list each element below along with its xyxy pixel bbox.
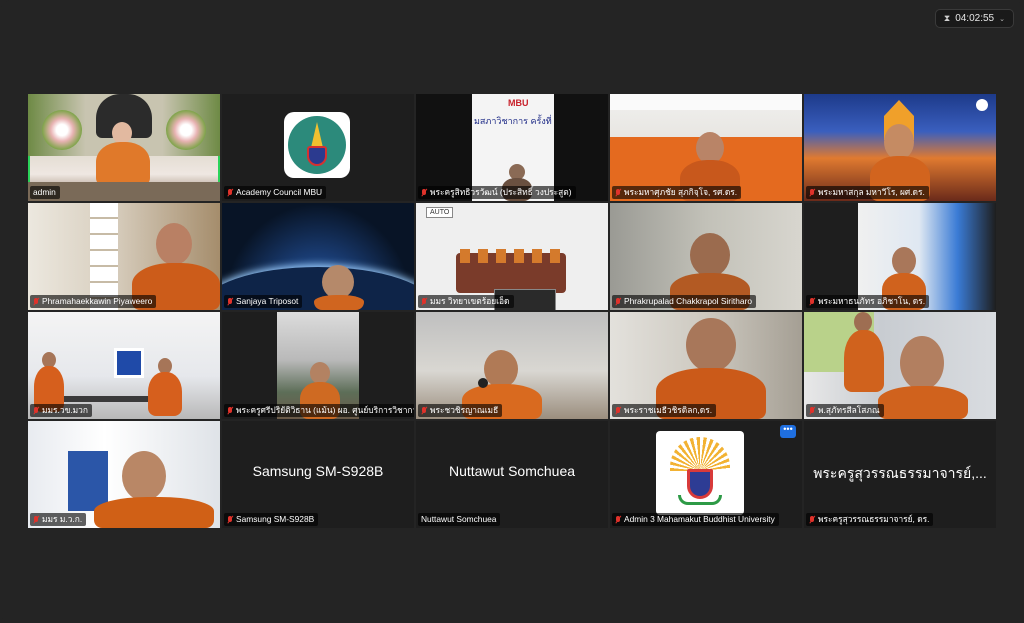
mic-muted-icon xyxy=(227,515,233,524)
flower-decor xyxy=(42,110,82,150)
participant-name-label: พระชวชิรญาณเมธี xyxy=(418,404,503,417)
mbu-crest-avatar xyxy=(656,431,744,515)
mic-muted-icon xyxy=(809,297,815,306)
hourglass-icon: ⧗ xyxy=(943,13,951,23)
mic-muted-icon xyxy=(809,188,815,197)
participant-name-label: มมร วิทยาเขตร้อยเอ็ด xyxy=(418,295,514,308)
participant-tile-sanjaya[interactable]: Sanjaya Triposot xyxy=(222,203,414,310)
seated-monks xyxy=(460,249,560,263)
slide-title-text: มสภาวิชาการ ครั้งที่ ๘/ xyxy=(474,116,554,126)
profile-badge-icon xyxy=(976,99,988,111)
participant-video xyxy=(34,352,64,412)
participant-name-label: Samsung SM-S928B xyxy=(224,513,319,526)
participant-name-label: พระมหาศุภชัย สุภกิจฺโจ, รศ.ดร. xyxy=(612,186,742,199)
participant-name-label: Nuttawut Somchuea xyxy=(418,513,501,526)
mic-muted-icon xyxy=(33,297,39,306)
participant-name-label: พระครูศรีปริยัติวิธาน (แม้น) ผอ. ศูนย์บร… xyxy=(224,404,414,417)
participant-name-label: Sanjaya Triposot xyxy=(224,295,303,308)
participant-video xyxy=(94,451,214,528)
participant-tile-ratchamethi[interactable]: พระราชเมธีวชิรดิลก,ดร. xyxy=(610,312,802,419)
participant-video xyxy=(148,358,182,416)
participant-tile-chakkrapol[interactable]: Phrakrupalad Chakkrapol Siritharo xyxy=(610,203,802,310)
timer-value: 04:02:55 xyxy=(955,13,995,24)
participant-name-label: พ.สุภัทรสีลโสภณ xyxy=(806,404,884,417)
participant-tile-sripariyat[interactable]: พระครูศรีปริยัติวิธาน (แม้น) ผอ. ศูนย์บร… xyxy=(222,312,414,419)
mic-muted-icon xyxy=(615,515,621,524)
participant-tile-mwk[interactable]: มมร ม.ว.ก. xyxy=(28,421,220,528)
ceiling-lights xyxy=(610,94,802,110)
participant-tile-mwk-campus[interactable]: มมร.วข.มวก xyxy=(28,312,220,419)
mic-muted-icon xyxy=(615,406,621,415)
participant-tile-academy-council[interactable]: Academy Council MBU xyxy=(222,94,414,201)
mic-muted-icon xyxy=(33,406,39,415)
participant-video xyxy=(878,336,968,419)
slide-mbu-text: MBU xyxy=(508,98,529,108)
participant-name-label: พระมหาธนภัทร อภิชาโน, ดร. xyxy=(806,295,930,308)
meeting-timer[interactable]: ⧗ 04:02:55 ⌄ xyxy=(934,9,1014,28)
participant-name-label: พระราชเมธีวชิรดิลก,ดร. xyxy=(612,404,717,417)
flower-decor xyxy=(166,110,206,150)
meeting-window: ⧗ 04:02:55 ⌄ admin Academy Council MBU M… xyxy=(0,0,1024,623)
participant-name-label: Phramahaekkawin Piyaweero xyxy=(30,295,157,308)
participant-name-label: พระมหาสกุล มหาวีโร, ผศ.ดร. xyxy=(806,186,929,199)
participant-display-name: Samsung SM-S928B xyxy=(252,463,384,479)
mic-muted-icon xyxy=(615,297,621,306)
participant-tile-slide-share[interactable]: MBU มสภาวิชาการ ครั้งที่ ๘/ พระครูสิทธิว… xyxy=(416,94,608,201)
chevron-down-icon: ⌄ xyxy=(999,15,1005,23)
mic-muted-icon xyxy=(421,406,427,415)
participant-tile-sakul[interactable]: พระมหาสกุล มหาวีโร, ผศ.ดร. xyxy=(804,94,996,201)
bookshelf xyxy=(90,203,118,310)
participant-tile-roi-et[interactable]: AUTO มมร วิทยาเขตร้อยเอ็ด xyxy=(416,203,608,310)
participant-name-label: Phrakrupalad Chakkrapol Siritharo xyxy=(612,295,757,308)
mic-muted-icon xyxy=(227,406,233,415)
participant-tile-supachai[interactable]: พระมหาศุภชัย สุภกิจฺโจ, รศ.ดร. xyxy=(610,94,802,201)
participant-name-label: Academy Council MBU xyxy=(224,186,327,199)
participant-tile-samsung[interactable]: Samsung SM-S928B Samsung SM-S928B xyxy=(222,421,414,528)
participant-display-name: Nuttawut Somchuea xyxy=(448,463,576,479)
video-grid: admin Academy Council MBU MBU มสภาวิชากา… xyxy=(28,94,996,529)
slide-background: MBU มสภาวิชาการ ครั้งที่ ๘/ xyxy=(472,94,554,201)
participant-name-label: พระครูสุวรรณธรรมาจารย์, ดร. xyxy=(806,513,934,526)
room-sign: AUTO xyxy=(426,207,454,218)
mic-muted-icon xyxy=(421,188,427,197)
participant-tile-thanapat[interactable]: พระมหาธนภัทร อภิชาโน, ดร. xyxy=(804,203,996,310)
wall-board xyxy=(114,348,144,378)
mbu-logo-avatar xyxy=(284,112,350,178)
mic-muted-icon xyxy=(227,297,233,306)
participant-tile-suphat[interactable]: พ.สุภัทรสีลโสภณ xyxy=(804,312,996,419)
participant-video xyxy=(314,265,364,310)
participant-tile-admin3[interactable]: ••• Admin 3 Mahamakut Buddhist Universit… xyxy=(610,421,802,528)
mic-muted-icon xyxy=(809,406,815,415)
participant-tile-chawachira[interactable]: พระชวชิรญาณเมธี xyxy=(416,312,608,419)
mic-muted-icon xyxy=(809,515,815,524)
mic-muted-icon xyxy=(421,297,427,306)
participant-display-name: พระครูสุวรรณธรรมาจารย์,... xyxy=(813,465,987,481)
participant-name-label: มมร.วข.มวก xyxy=(30,404,92,417)
headset xyxy=(478,378,488,388)
participant-tile-nuttawut[interactable]: Nuttawut Somchuea Nuttawut Somchuea xyxy=(416,421,608,528)
participant-name-label: Admin 3 Mahamakut Buddhist University xyxy=(612,513,779,526)
mic-muted-icon xyxy=(33,515,39,524)
mic-muted-icon xyxy=(615,188,621,197)
participant-tile-suwanthamma[interactable]: พระครูสุวรรณธรรมาจารย์,... พระครูสุวรรณธ… xyxy=(804,421,996,528)
more-options-button[interactable]: ••• xyxy=(780,425,796,438)
participant-name-label: มมร ม.ว.ก. xyxy=(30,513,87,526)
participant-name-label: พระครูสิทธิวรวัฒน์ (ประสิทธิ์ วงประสูต) xyxy=(418,186,576,199)
participant-tile-ekkawin[interactable]: Phramahaekkawin Piyaweero xyxy=(28,203,220,310)
participant-tile-admin[interactable]: admin xyxy=(28,94,220,201)
participant-name-label: admin xyxy=(30,186,60,199)
mic-muted-icon xyxy=(227,188,233,197)
